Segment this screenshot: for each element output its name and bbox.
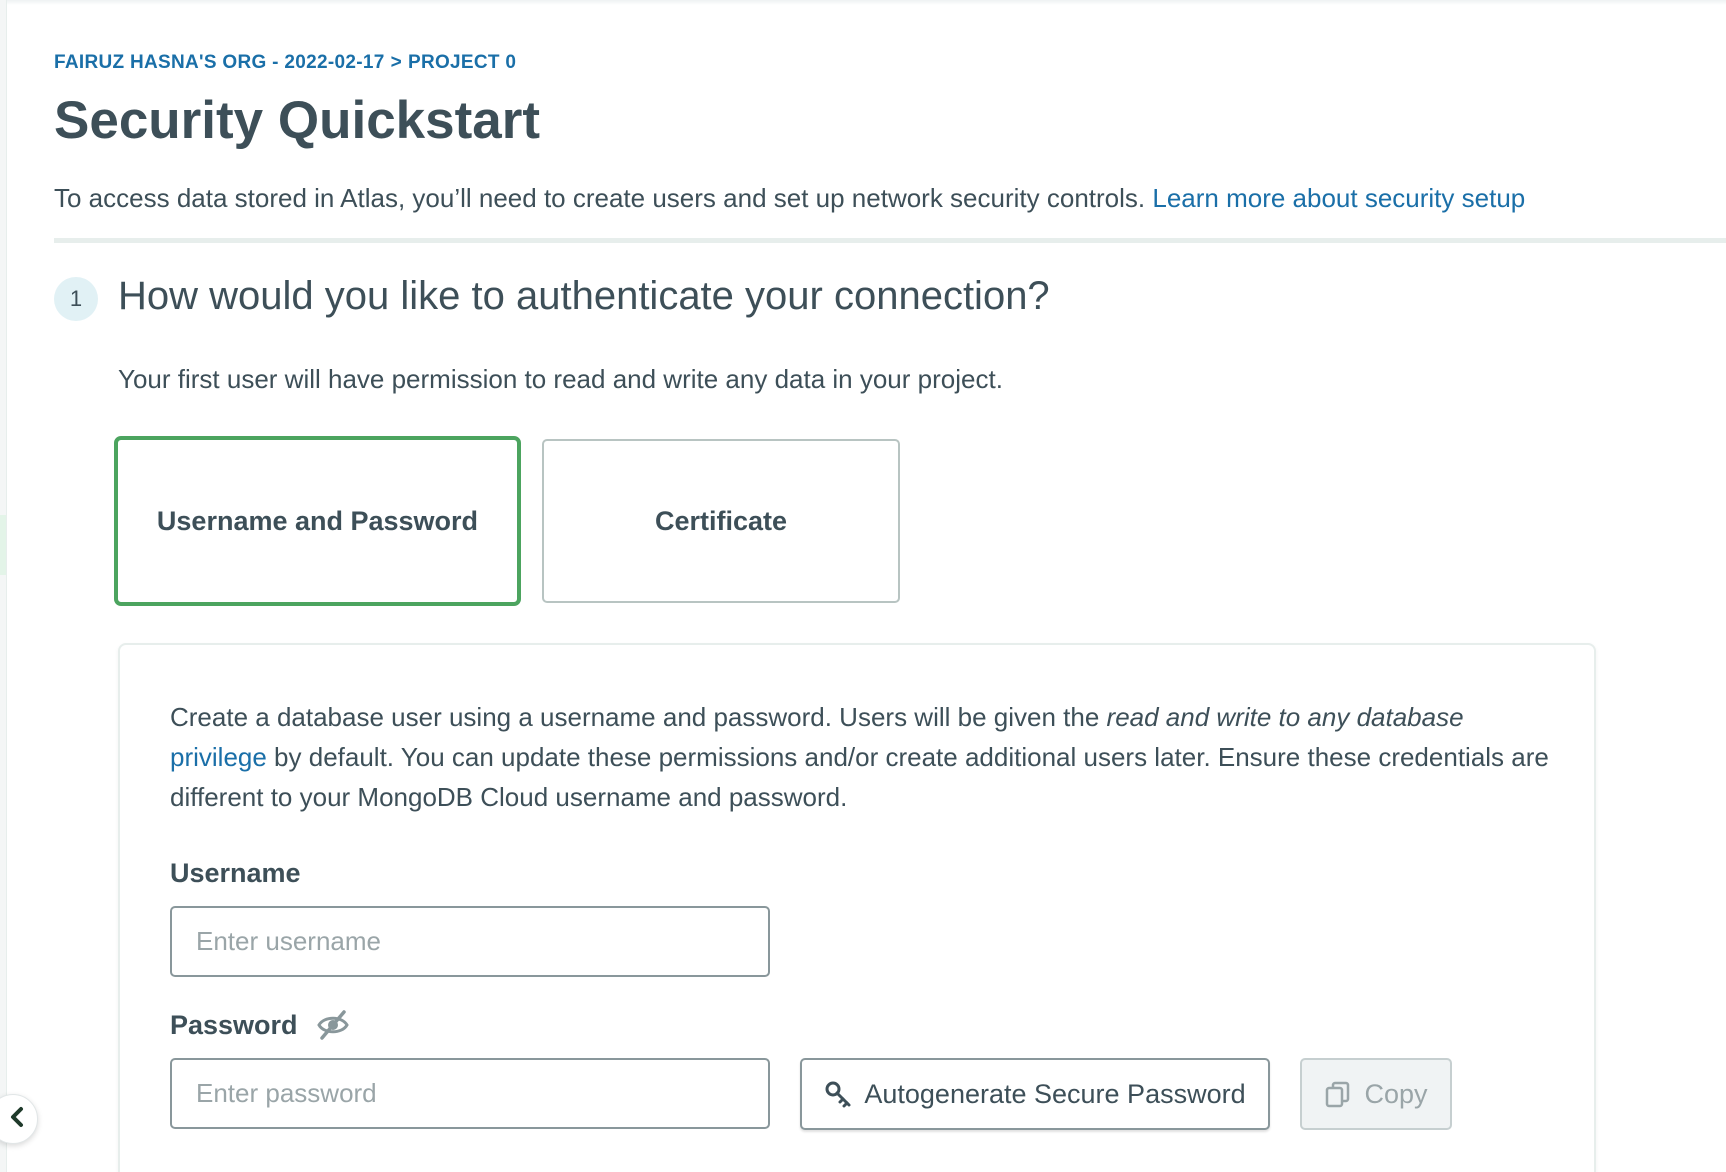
left-sidebar-rail [0, 0, 7, 1172]
form-description-text: Create a database user using a username … [170, 702, 1107, 732]
breadcrumb-org[interactable]: FAIRUZ HASNA'S ORG - 2022-02-17 [54, 52, 385, 73]
eye-slash-icon[interactable] [316, 1008, 350, 1042]
top-shadow [0, 0, 1726, 5]
form-description: Create a database user using a username … [170, 697, 1550, 817]
copy-password-label: Copy [1364, 1078, 1428, 1109]
step-title: How would you like to authenticate your … [118, 274, 1050, 318]
privilege-link[interactable]: privilege [170, 742, 267, 772]
page-title: Security Quickstart [54, 91, 541, 150]
breadcrumb-separator: > [390, 52, 402, 73]
password-input[interactable] [170, 1058, 770, 1129]
intro-text: To access data stored in Atlas, you’ll n… [54, 183, 1525, 214]
security-quickstart-page: FAIRUZ HASNA'S ORG - 2022-02-17 > PROJECT … [0, 0, 1726, 1172]
chevron-left-icon [0, 1106, 29, 1133]
collapse-sidebar-button[interactable] [0, 1094, 38, 1144]
copy-icon [1324, 1080, 1352, 1108]
step-subtitle: Your first user will have permission to … [118, 364, 1003, 394]
form-description-text-continued: by default. You can update these permiss… [170, 742, 1549, 812]
password-label: Password [170, 1010, 298, 1040]
step-number-badge: 1 [54, 277, 98, 321]
left-rail-active-indicator [0, 515, 6, 575]
key-icon [824, 1080, 852, 1108]
autogenerate-password-label: Autogenerate Secure Password [864, 1078, 1246, 1109]
username-label: Username [170, 858, 301, 888]
copy-password-button[interactable]: Copy [1300, 1058, 1452, 1130]
section-divider [54, 238, 1726, 243]
auth-option-certificate[interactable]: Certificate [542, 439, 900, 603]
breadcrumb-project[interactable]: PROJECT 0 [408, 52, 516, 73]
auth-option-username-password[interactable]: Username and Password [114, 436, 521, 606]
breadcrumb: FAIRUZ HASNA'S ORG - 2022-02-17 > PROJECT … [54, 52, 516, 74]
username-input[interactable] [170, 906, 770, 977]
learn-more-link[interactable]: Learn more about security setup [1152, 183, 1525, 213]
intro-text-body: To access data stored in Atlas, you’ll n… [54, 183, 1146, 213]
form-description-italic: read and write to any database [1106, 702, 1464, 732]
autogenerate-password-button[interactable]: Autogenerate Secure Password [800, 1058, 1270, 1130]
